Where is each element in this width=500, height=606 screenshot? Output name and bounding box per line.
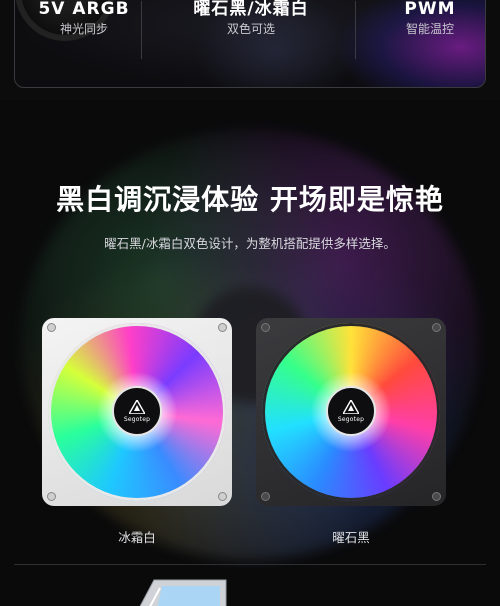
fan-hub: Segotep	[112, 386, 162, 436]
feature-subtitle: 神光同步	[59, 22, 108, 36]
feature-subtitle: 双色可选	[226, 22, 275, 36]
fan-white-product: Segotep	[42, 318, 232, 506]
feature-title: 曜石黑/冰霜白	[193, 0, 309, 19]
screw-icon	[47, 492, 56, 501]
feature-argb: 5V ARGB 神光同步	[29, 0, 139, 37]
feature-colors: 曜石黑/冰霜白 双色可选	[175, 0, 327, 37]
fan-black-label: 曜石黑	[332, 530, 370, 545]
screw-icon	[432, 492, 441, 501]
screw-icon	[432, 323, 441, 332]
divider-line	[355, 1, 356, 59]
feature-title: 5V ARGB	[38, 0, 130, 19]
fan-black-product: Segotep	[256, 318, 446, 506]
pc-case-image	[139, 579, 227, 606]
divider-line	[141, 1, 142, 59]
section-subline: 曜石黑/冰霜白双色设计，为整机搭配提供多样选择。	[104, 236, 396, 251]
fan-brand: Segotep	[337, 415, 365, 423]
fan-brand: Segotep	[123, 415, 151, 423]
feature-band: 5V ARGB 神光同步 曜石黑/冰霜白 双色可选 PWM 智能温控	[0, 0, 500, 100]
feature-subtitle: 智能温控	[405, 22, 454, 36]
fan-hub: Segotep	[326, 386, 376, 436]
fan-white-label: 冰霜白	[118, 530, 156, 545]
screw-icon	[261, 492, 270, 501]
screw-icon	[47, 323, 56, 332]
feature-pwm: PWM 智能温控	[385, 0, 475, 37]
screw-icon	[261, 323, 270, 332]
segotep-logo-icon	[343, 399, 359, 414]
feature-panel: 5V ARGB 神光同步 曜石黑/冰霜白 双色可选 PWM 智能温控	[14, 0, 486, 88]
section-divider	[14, 564, 486, 565]
section-headline: 黑白调沉浸体验 开场即是惊艳	[56, 183, 444, 216]
segotep-logo-icon	[129, 399, 145, 414]
feature-title: PWM	[404, 0, 456, 19]
screw-icon	[218, 323, 227, 332]
screw-icon	[218, 492, 227, 501]
